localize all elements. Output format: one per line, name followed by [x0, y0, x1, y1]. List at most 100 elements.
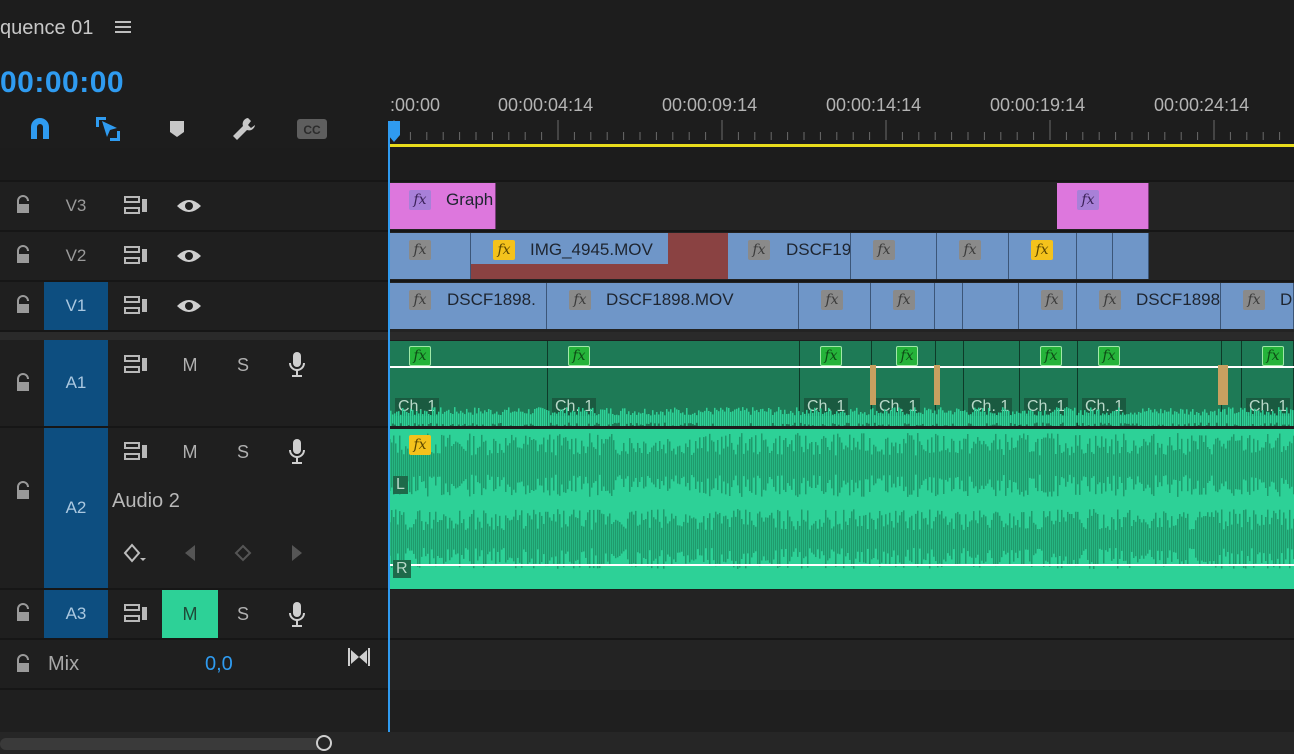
scrollbar-thumb[interactable] — [0, 738, 330, 750]
time-ruler[interactable] — [388, 118, 1294, 150]
fx-badge: fx — [493, 240, 515, 260]
track-header-a3: A3 M S — [0, 590, 388, 640]
track-header-a1: A1 M S — [0, 340, 388, 428]
clip-name: DSCF1898 — [1136, 290, 1221, 309]
next-keyframe-icon[interactable] — [280, 536, 314, 570]
track-name-a2[interactable]: A2 — [44, 428, 108, 588]
ruler-label: 00:00:14:14 — [826, 95, 922, 115]
sequence-tab-title[interactable]: quence 01 — [0, 17, 93, 40]
track-name-v1[interactable]: V1 — [44, 282, 108, 330]
sync-lock-icon[interactable] — [119, 348, 153, 382]
ruler-label: 00:00:09:14 — [662, 95, 758, 115]
fx-badge: fx — [1243, 290, 1265, 310]
sync-lock-icon[interactable] — [119, 189, 153, 223]
clip-video[interactable] — [1113, 233, 1149, 279]
mix-expand-icon[interactable] — [342, 640, 376, 674]
clip-video[interactable]: fx — [799, 283, 871, 329]
channel-label-right: R — [393, 560, 411, 578]
mute-button-a3[interactable]: M — [162, 590, 218, 638]
clip-video[interactable]: fx D — [1221, 283, 1294, 329]
lock-icon — [17, 295, 29, 313]
mix-volume-value[interactable]: 0,0 — [205, 653, 233, 676]
fx-badge: fx — [1041, 290, 1063, 310]
sync-lock-icon[interactable] — [119, 435, 153, 469]
eye-icon[interactable] — [172, 289, 206, 323]
fx-badge: fx — [1077, 190, 1099, 210]
clip-video[interactable]: fx — [389, 233, 471, 279]
fx-badge: fx — [409, 290, 431, 310]
playhead-line[interactable] — [388, 121, 390, 732]
fx-badge: fx — [748, 240, 770, 260]
clip-audio-a2[interactable]: fx L R — [389, 429, 1294, 589]
eye-icon[interactable] — [172, 189, 206, 223]
fx-badge: fx — [873, 240, 895, 260]
clip-name: Graph — [446, 190, 494, 209]
track-name-a3[interactable]: A3 — [44, 590, 108, 638]
track-name-a1[interactable]: A1 — [44, 340, 108, 426]
track-name-v3[interactable]: V3 — [44, 182, 108, 230]
clip-video[interactable]: fx — [937, 233, 1009, 279]
fx-badge: fx — [569, 290, 591, 310]
track-name-v2[interactable]: V2 — [44, 232, 108, 280]
microphone-icon[interactable] — [280, 435, 314, 469]
clip-video[interactable] — [963, 283, 1019, 329]
track-label-a2[interactable]: Audio 2 — [112, 490, 180, 513]
mute-button-a2[interactable]: M — [162, 428, 218, 476]
clip-video[interactable]: fx — [1019, 283, 1077, 329]
clip-video[interactable]: fx DSCF1898. — [389, 283, 547, 329]
clip-video[interactable]: fx — [871, 283, 935, 329]
panel-menu-icon[interactable] — [112, 16, 134, 38]
add-keyframe-icon[interactable] — [226, 536, 260, 570]
fx-badge: fx — [1099, 290, 1121, 310]
clip-name: DSCF1898. — [447, 290, 536, 309]
fx-badge: fx — [959, 240, 981, 260]
linked-selection-icon[interactable] — [92, 114, 124, 144]
mix-label: Mix — [48, 653, 80, 675]
transition — [870, 365, 876, 405]
eye-icon[interactable] — [172, 239, 206, 273]
mute-button-a1[interactable]: M — [162, 341, 218, 389]
a2-waveform — [389, 433, 1294, 569]
playhead-timecode[interactable]: 00:00:00 — [0, 66, 124, 100]
clip-graphic[interactable]: fx — [1057, 183, 1149, 229]
fx-badge: fx — [409, 435, 431, 455]
clip-video[interactable]: fx DSCF1898 — [1077, 283, 1221, 329]
ruler-label: :00:00 — [390, 95, 441, 115]
track-header-a2: A2 M S Audio 2 — [0, 428, 388, 590]
microphone-icon[interactable] — [280, 348, 314, 382]
zoom-handle[interactable] — [316, 735, 332, 751]
microphone-icon[interactable] — [280, 598, 314, 632]
ruler-label: 00:00:24:14 — [1154, 95, 1250, 115]
a1-waveform — [388, 365, 1294, 426]
clip-video[interactable] — [935, 283, 963, 329]
add-marker-icon[interactable] — [165, 114, 189, 144]
solo-button-a1[interactable]: S — [215, 341, 271, 389]
captions-icon[interactable]: CC — [294, 114, 330, 144]
transition — [934, 365, 940, 405]
clip-video[interactable]: fx DSCF19 — [728, 233, 851, 279]
track-header-mix: Mix 0,0 — [0, 640, 388, 690]
lock-icon — [17, 603, 29, 621]
track-header-v3: V3 — [0, 182, 388, 232]
previous-keyframe-icon[interactable] — [173, 536, 207, 570]
lock-icon — [17, 654, 29, 672]
clip-video[interactable]: fx — [851, 233, 937, 279]
keyframe-menu-icon[interactable] — [118, 536, 152, 570]
sync-lock-icon[interactable] — [119, 289, 153, 323]
transition — [1218, 365, 1228, 405]
clip-video[interactable]: fx — [1009, 233, 1077, 279]
clip-video-offline[interactable]: fx IMG_4945.MOV — [471, 233, 728, 279]
work-area-bar — [388, 144, 1294, 147]
solo-button-a2[interactable]: S — [215, 428, 271, 476]
playhead-handle[interactable] — [387, 121, 401, 143]
clip-video[interactable]: fx DSCF1898.MOV — [547, 283, 799, 329]
sync-lock-icon[interactable] — [119, 239, 153, 273]
track-header-v2: V2 — [0, 232, 388, 282]
snap-icon[interactable] — [24, 114, 56, 144]
clip-video[interactable] — [1077, 233, 1113, 279]
clip-graphic[interactable]: fx Graph — [389, 183, 496, 229]
solo-button-a3[interactable]: S — [215, 590, 271, 638]
wrench-icon[interactable] — [228, 114, 260, 144]
lock-icon — [17, 195, 29, 213]
sync-lock-icon[interactable] — [119, 597, 153, 631]
